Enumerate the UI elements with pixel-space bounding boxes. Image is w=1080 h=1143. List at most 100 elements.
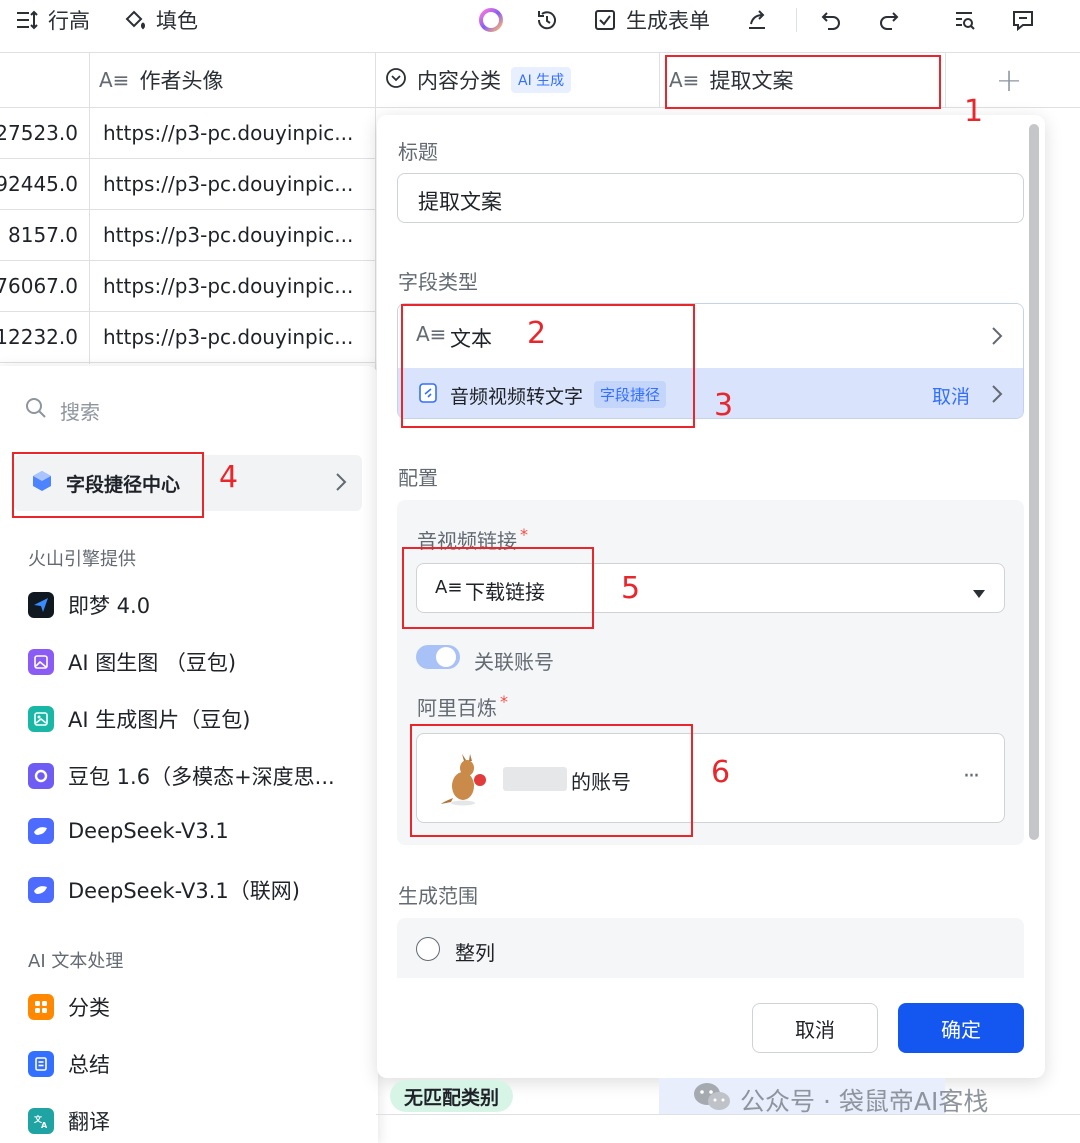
annotation-box-5: [402, 547, 594, 629]
title-input-value: 提取文案: [418, 190, 502, 214]
annotation-box-2-3: [401, 304, 695, 428]
annotation-box-4: [12, 452, 204, 518]
toggle-knob: [436, 647, 456, 667]
table-row[interactable]: 12232.0 https://p3-pc.douyinpic...: [0, 312, 376, 363]
menu-item-ai-image-to-image[interactable]: AI 图生图 （豆包): [28, 647, 368, 677]
watermark: 公众号 · 袋鼠帝AI客栈: [692, 1081, 988, 1119]
ai-generated-badge: AI 生成: [511, 67, 572, 93]
table-row[interactable]: 27523.0 https://p3-pc.douyinpic...: [0, 108, 376, 159]
menu-item-jimeng[interactable]: 即梦 4.0: [28, 590, 368, 620]
menu-item-summary[interactable]: 总结: [28, 1049, 368, 1079]
undo-button[interactable]: [818, 5, 844, 35]
annotation-number: 1: [964, 94, 984, 129]
toolbar-divider: [796, 8, 797, 32]
redo-button[interactable]: [876, 5, 902, 35]
ai-assistant-button[interactable]: [478, 5, 504, 35]
menu-item-translate[interactable]: 文A 翻译: [28, 1106, 368, 1136]
cell-url: https://p3-pc.douyinpic...: [103, 223, 354, 247]
annotation-number: 6: [711, 755, 731, 790]
menu-item-label: 即梦 4.0: [68, 594, 151, 618]
chevron-right-icon: [991, 384, 1003, 408]
search-replace-button[interactable]: [952, 5, 978, 35]
generate-form-button[interactable]: 生成表单: [592, 5, 710, 35]
image-to-image-icon: [28, 649, 54, 675]
column-title: 内容分类: [417, 69, 501, 93]
row-height-icon: [14, 7, 40, 33]
annotation-box-6: [410, 724, 693, 837]
no-match-tag: 无匹配类别: [390, 1080, 514, 1112]
column-header-content-category[interactable]: 内容分类 AI 生成: [385, 52, 572, 108]
cancel-button[interactable]: 取消: [752, 1003, 878, 1053]
panel-scrollbar[interactable]: [1029, 124, 1039, 840]
menu-item-label: 总结: [68, 1053, 110, 1077]
toolbar: 行高 填色 生成表单: [0, 0, 1080, 40]
range-radio-whole-column[interactable]: [416, 937, 440, 961]
deepseek-icon: [28, 877, 54, 903]
redo-icon: [876, 7, 902, 33]
section-title: AI 文本处理: [28, 951, 124, 972]
menu-search[interactable]: 搜索: [24, 396, 100, 425]
history-button[interactable]: [534, 5, 560, 35]
menu-item-deepseek[interactable]: DeepSeek-V3.1: [28, 818, 368, 844]
cell-url: https://p3-pc.douyinpic...: [103, 121, 354, 145]
fill-color-label: 填色: [156, 9, 198, 33]
annotation-number: 2: [527, 316, 547, 351]
menu-item-label: 豆包 1.6（多模态+深度思...: [68, 765, 335, 789]
summary-icon: [28, 1051, 54, 1077]
menu-item-classify[interactable]: 分类: [28, 992, 368, 1022]
jimeng-icon: [28, 592, 54, 618]
confirm-button[interactable]: 确定: [898, 1003, 1024, 1053]
comment-icon: [1010, 7, 1036, 33]
config-label: 配置: [398, 466, 438, 490]
caret-down-icon: [972, 584, 986, 603]
search-icon: [24, 396, 48, 425]
fill-color-button[interactable]: 填色: [122, 5, 198, 35]
wechat-icon: [692, 1081, 732, 1119]
shortcut-cancel-link[interactable]: 取消: [932, 382, 970, 409]
cell-number: 12232.0: [0, 325, 78, 349]
row-height-button[interactable]: 行高: [14, 5, 90, 35]
menu-item-label: AI 生成图片（豆包): [68, 708, 251, 732]
doubao-icon: [28, 763, 54, 789]
form-check-icon: [592, 7, 618, 33]
menu-item-doubao[interactable]: 豆包 1.6（多模态+深度思...: [28, 761, 368, 791]
share-button[interactable]: [744, 5, 770, 35]
chevron-right-icon: [991, 326, 1003, 350]
cell-number: 92445.0: [0, 172, 78, 196]
menu-item-label: 翻译: [68, 1110, 110, 1134]
menu-item-ai-generate-image[interactable]: AI 生成图片（豆包): [28, 704, 368, 734]
comment-button[interactable]: [1010, 5, 1036, 35]
table-row[interactable]: 8157.0 https://p3-pc.douyinpic...: [0, 210, 376, 261]
required-mark: *: [500, 692, 508, 711]
column-divider: [945, 52, 946, 108]
menu-item-deepseek-online[interactable]: DeepSeek-V3.1（联网): [28, 875, 368, 905]
row-height-label: 行高: [48, 9, 90, 33]
table-row[interactable]: 76067.0 https://p3-pc.douyinpic...: [0, 261, 376, 312]
range-label: 生成范围: [398, 884, 478, 908]
column-divider: [659, 52, 660, 108]
paint-bucket-icon: [122, 7, 148, 33]
undo-icon: [818, 7, 844, 33]
find-icon: [952, 7, 978, 33]
column-header-author-avatar[interactable]: A≡ 作者头像: [99, 52, 223, 108]
cancel-button-label: 取消: [795, 1017, 835, 1042]
cell-number: 8157.0: [8, 223, 78, 247]
table-row[interactable]: 92445.0 https://p3-pc.douyinpic...: [0, 159, 376, 210]
svg-text:A: A: [41, 1121, 48, 1129]
more-icon[interactable]: ···: [963, 764, 980, 789]
section-title: 火山引擎提供: [28, 549, 136, 570]
ai-orb-icon: [478, 7, 504, 33]
add-column-button[interactable]: +: [993, 61, 1025, 99]
annotation-number: 4: [219, 460, 239, 495]
classify-icon: [28, 994, 54, 1020]
confirm-button-label: 确定: [941, 1017, 981, 1042]
search-placeholder: 搜索: [60, 400, 100, 424]
translate-icon: 文A: [28, 1108, 54, 1134]
menu-item-label: DeepSeek-V3.1（联网): [68, 879, 300, 903]
bailian-text: 阿里百炼: [417, 696, 497, 720]
title-input[interactable]: 提取文案: [397, 173, 1024, 223]
annotation-number: 3: [714, 388, 734, 423]
field-type-label: 字段类型: [398, 270, 478, 294]
history-icon: [534, 7, 560, 33]
required-mark: *: [520, 525, 528, 544]
